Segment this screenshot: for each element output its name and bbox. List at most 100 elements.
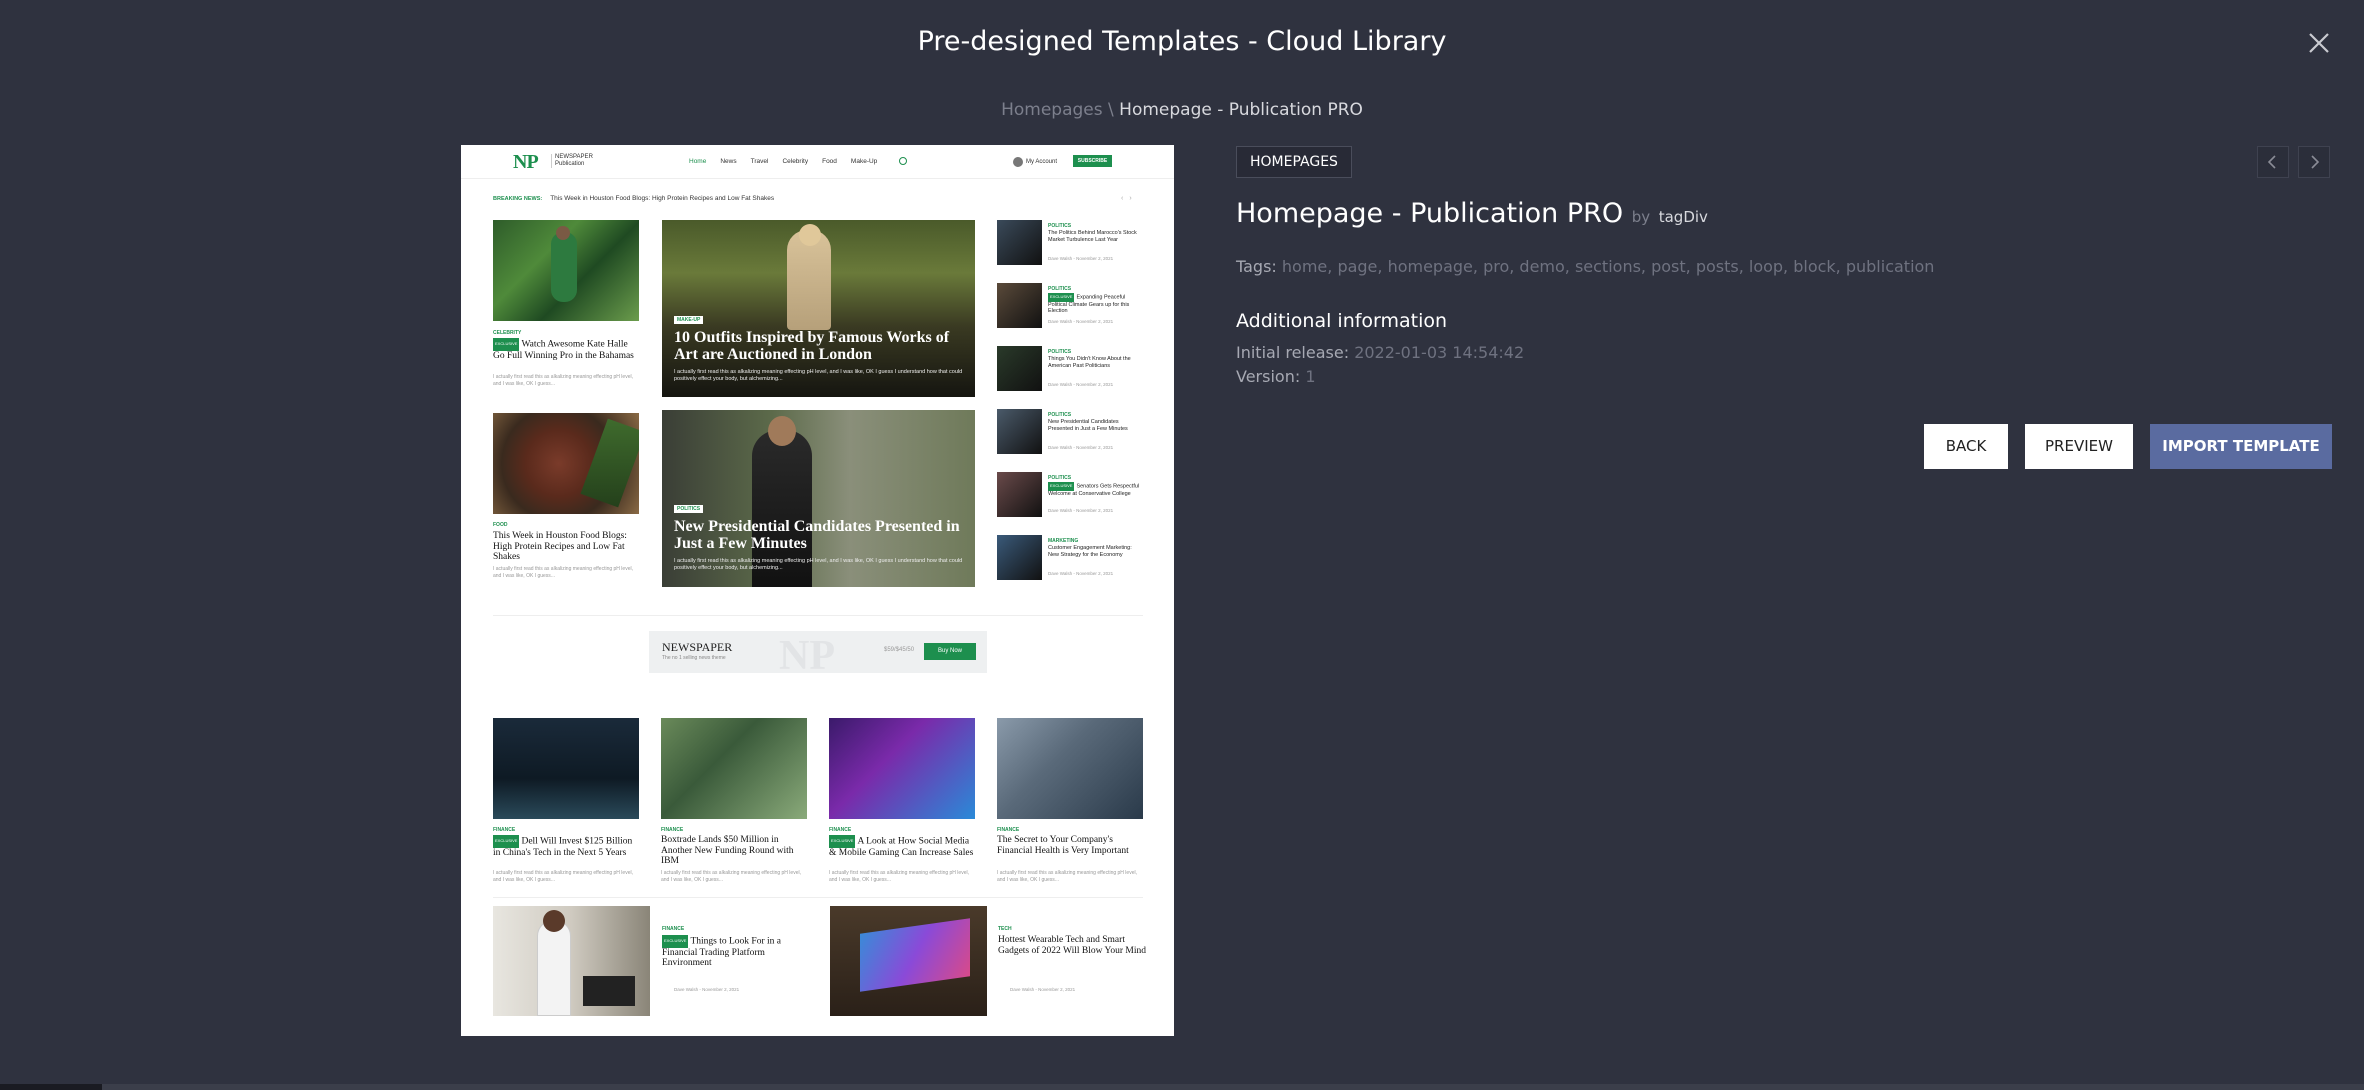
preview-category: POLITICS	[1048, 412, 1072, 418]
category-badge[interactable]: HOMEPAGES	[1236, 146, 1352, 178]
preview-feature-2-overlay: POLITICS New Presidential Candidates Pre…	[674, 505, 963, 571]
tags-label: Tags:	[1236, 257, 1277, 276]
preview-image-food	[493, 413, 639, 514]
preview-excerpt: I actually first read this as alkalizing…	[493, 870, 633, 883]
preview-divider	[493, 897, 1143, 898]
next-template-button[interactable]	[2298, 146, 2330, 178]
preview-category: POLITICS	[1048, 475, 1072, 481]
preview-grid-image	[493, 718, 639, 819]
preview-logo: NP	[513, 151, 539, 173]
chevron-right-icon	[2311, 155, 2320, 169]
preview-meta: Dave Walsh - November 2, 2021	[1010, 987, 1076, 992]
preview-nav-item: Make-Up	[850, 158, 878, 165]
preview-article-title: Boxtrade Lands $50 Million in Another Ne…	[661, 835, 794, 866]
horizontal-scrollbar[interactable]	[0, 1084, 2364, 1090]
preview-side-title: EXCLUSIVE Senators Gets Respectful Welcom…	[1048, 482, 1140, 497]
scrollbar-thumb[interactable]	[0, 1084, 102, 1090]
preview-grid-image	[997, 718, 1143, 819]
initial-release-label: Initial release:	[1236, 343, 1350, 362]
import-template-button[interactable]: IMPORT TEMPLATE	[2150, 424, 2332, 469]
preview-breaking-arrows: ‹›	[1121, 195, 1138, 202]
breadcrumb: Homepages \ Homepage - Publication PRO	[0, 100, 2364, 120]
preview-meta: Dave Walsh - November 2, 2021	[1048, 508, 1114, 513]
preview-article-title: Hottest Wearable Tech and Smart Gadgets …	[998, 935, 1147, 956]
preview-ad-banner: NP NEWSPAPER The no 1 selling news theme…	[649, 631, 987, 679]
preview-side-title: EXCLUSIVE Expanding Peaceful Political Cl…	[1048, 293, 1130, 314]
preview-side-title: New Presidential Candidates Presented in…	[1048, 419, 1128, 432]
breadcrumb-parent[interactable]: Homepages	[1001, 100, 1103, 120]
preview-excerpt: I actually first read this as alkalizing…	[997, 870, 1137, 883]
preview-article-title: The Secret to Your Company's Financial H…	[997, 835, 1129, 856]
preview-category: FINANCE	[829, 827, 852, 833]
preview-ad-title: NEWSPAPER	[662, 640, 733, 654]
preview-side-thumb	[997, 220, 1042, 265]
additional-info-heading: Additional information	[1236, 310, 1448, 332]
preview-article-title: EXCLUSIVE Watch Awesome Kate Halle Go Ful…	[493, 338, 634, 361]
version-label: Version:	[1236, 367, 1301, 386]
preview-meta: Dave Walsh - November 2, 2021	[1048, 571, 1114, 576]
preview-nav: Home News Travel Celebrity Food Make-Up	[689, 158, 877, 165]
preview-nav-item: Travel	[750, 158, 769, 165]
template-preview-image[interactable]: NP NEWSPAPER Publication Home News Travel…	[461, 145, 1174, 1036]
breadcrumb-separator: \	[1108, 100, 1114, 120]
preview-category: FINANCE	[997, 827, 1020, 833]
preview-article-title: EXCLUSIVE Dell Will Invest $125 Billion i…	[493, 835, 633, 858]
preview-excerpt: I actually first read this as alkalizing…	[493, 374, 633, 387]
version-value: 1	[1305, 367, 1316, 386]
preview-meta: Dave Walsh - November 2, 2021	[1048, 382, 1114, 387]
preview-side-title: Customer Engagement Marketing: New Strat…	[1048, 545, 1132, 558]
prev-template-button[interactable]	[2257, 146, 2289, 178]
preview-ad-buy: Buy Now	[924, 643, 976, 660]
preview-category: POLITICS	[1048, 349, 1072, 355]
preview-category: FINANCE	[493, 827, 516, 833]
template-name: Homepage - Publication PRO	[1236, 198, 1624, 229]
close-button[interactable]	[2304, 28, 2334, 58]
preview-category: TECH	[998, 926, 1012, 932]
close-icon	[2309, 33, 2329, 53]
preview-ad-watermark: NP	[779, 633, 835, 679]
template-by: by	[1631, 208, 1651, 226]
preview-excerpt: I actually first read this as alkalizing…	[661, 870, 801, 883]
preview-article-title: EXCLUSIVE Things to Look For in a Financi…	[662, 935, 781, 968]
preview-category: FINANCE	[661, 827, 684, 833]
preview-meta: Dave Walsh - November 2, 2021	[1048, 256, 1114, 261]
preview-meta: Dave Walsh - November 2, 2021	[1048, 319, 1114, 324]
breadcrumb-current: Homepage - Publication PRO	[1119, 100, 1363, 120]
preview-excerpt: I actually first read this as alkalizing…	[829, 870, 969, 883]
preview-image-tech	[830, 906, 987, 1016]
preview-article-title: This Week in Houston Food Blogs: High Pr…	[493, 531, 627, 562]
preview-grid-image	[829, 718, 975, 819]
preview-side-thumb	[997, 346, 1042, 391]
back-button[interactable]: BACK	[1924, 424, 2008, 469]
preview-category: MARKETING	[1048, 538, 1079, 544]
preview-nav-item: Celebrity	[782, 158, 809, 165]
preview-account: My Account	[1013, 157, 1057, 167]
preview-meta: Dave Walsh - November 2, 2021	[1048, 445, 1114, 450]
preview-ad-subtitle: The no 1 selling news theme	[662, 655, 726, 661]
preview-divider	[493, 615, 1143, 616]
preview-side-thumb	[997, 472, 1042, 517]
preview-avatar-icon	[1013, 157, 1023, 167]
preview-button[interactable]: PREVIEW	[2025, 424, 2133, 469]
preview-subscribe: SUBSCRIBE	[1073, 155, 1112, 167]
preview-image-trading	[493, 906, 650, 1016]
preview-feature-1-overlay: MAKE-UP 10 Outfits Inspired by Famous Wo…	[674, 316, 963, 382]
preview-category: POLITICS	[1048, 223, 1072, 229]
preview-side-title: The Politics Behind Marocco's Stock Mark…	[1048, 230, 1137, 243]
preview-image-celebrity	[493, 220, 639, 321]
modal-title: Pre-designed Templates - Cloud Library	[917, 26, 1447, 57]
preview-category: FOOD	[493, 522, 508, 528]
preview-side-title: Things You Didn't Know About the America…	[1048, 356, 1131, 369]
chevron-left-icon	[2267, 155, 2276, 169]
initial-release-row: Initial release: 2022-01-03 14:54:42	[1236, 343, 1524, 362]
preview-category: CELEBRITY	[493, 330, 522, 336]
preview-nav-item: Food	[822, 158, 837, 165]
preview-category: FINANCE	[662, 926, 685, 932]
preview-side-thumb	[997, 409, 1042, 454]
template-title: Homepage - Publication PRO by tagDiv	[1236, 198, 1708, 229]
template-author[interactable]: tagDiv	[1659, 208, 1708, 226]
template-tags: Tags: home, page, homepage, pro, demo, s…	[1236, 257, 1934, 276]
preview-nav-item: News	[720, 158, 737, 165]
preview-search-icon	[899, 157, 907, 165]
preview-article-title: EXCLUSIVE A Look at How Social Media & Mo…	[829, 835, 974, 858]
